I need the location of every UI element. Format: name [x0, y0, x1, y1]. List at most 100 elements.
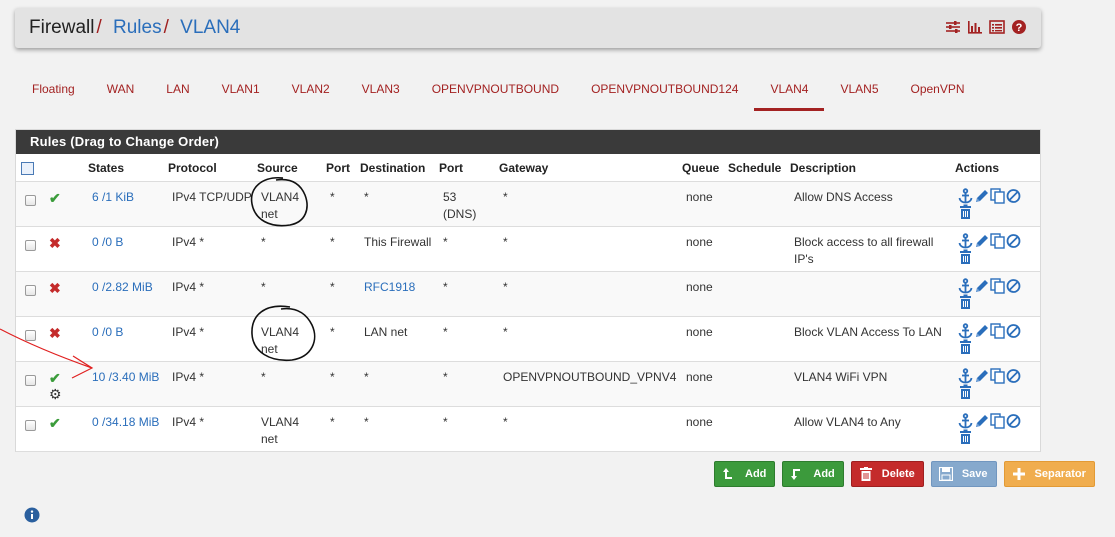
tab-vlan3[interactable]: VLAN3 — [346, 78, 416, 111]
breadcrumb-vlan4[interactable]: VLAN4 — [180, 17, 240, 38]
tab-lan[interactable]: LAN — [150, 78, 205, 111]
sliders-icon[interactable] — [945, 19, 961, 35]
tab-vlan5[interactable]: VLAN5 — [824, 78, 894, 111]
trash-icon[interactable] — [958, 249, 974, 265]
disable-icon[interactable] — [1006, 368, 1022, 384]
trash-icon[interactable] — [958, 294, 974, 310]
trash-icon[interactable] — [958, 204, 974, 220]
copy-icon[interactable] — [990, 368, 1006, 384]
table-row[interactable]: ✖ 0 /0 B IPv4 * * * This Firewall * * none Block … — [16, 227, 1040, 272]
breadcrumb-firewall: Firewall — [29, 17, 95, 38]
destination-cell: * — [364, 190, 369, 204]
table-row[interactable]: ✔ ⚙ 10 /3.40 MiB IPv4 * * * * * OPENVPNOUTBOUND_… — [16, 362, 1040, 407]
states-link[interactable]: 6 /1 KiB — [92, 189, 167, 206]
pencil-icon[interactable] — [974, 323, 990, 339]
states-link[interactable]: 0 /0 B — [92, 234, 167, 251]
save-label: Save — [961, 468, 988, 480]
delete-button[interactable]: Delete — [850, 461, 924, 487]
gateway-cell: * — [503, 415, 508, 429]
trash-icon[interactable] — [958, 339, 974, 355]
breadcrumb-rules[interactable]: Rules — [113, 17, 162, 38]
col-destination: Destination — [360, 161, 426, 175]
states-link[interactable]: 10 /3.40 MiB — [92, 369, 167, 386]
table-row[interactable]: ✖ 0 /0 B IPv4 * VLAN4 net * LAN net * * none Bloc… — [16, 317, 1040, 362]
pencil-icon[interactable] — [974, 368, 990, 384]
anchor-icon[interactable] — [958, 278, 974, 294]
breadcrumb: Firewall / Rules / VLAN4 — [29, 17, 240, 39]
anchor-icon[interactable] — [958, 413, 974, 429]
row-checkbox[interactable] — [25, 375, 36, 386]
pencil-icon[interactable] — [974, 233, 990, 249]
add-bottom-button[interactable]: Add — [782, 461, 844, 487]
copy-icon[interactable] — [990, 233, 1006, 249]
list-icon[interactable] — [989, 19, 1005, 35]
separator-button[interactable]: Separator — [1003, 461, 1095, 487]
copy-icon[interactable] — [990, 278, 1006, 294]
source-port-cell: * — [330, 325, 335, 339]
row-checkbox[interactable] — [25, 195, 36, 206]
queue-cell: none — [686, 235, 713, 249]
panel-title: Rules (Drag to Change Order) — [16, 130, 1040, 154]
question-circle-icon[interactable]: ? — [1011, 19, 1027, 35]
copy-icon[interactable] — [990, 188, 1006, 204]
destination-port-cell: * — [443, 280, 448, 294]
arrow-down-icon — [789, 466, 805, 482]
tab-wan[interactable]: WAN — [91, 78, 151, 111]
copy-icon[interactable] — [990, 323, 1006, 339]
destination-cell[interactable]: RFC1918 — [364, 279, 434, 296]
tab-openvpn[interactable]: OpenVPN — [895, 78, 981, 111]
tab-vlan1[interactable]: VLAN1 — [206, 78, 276, 111]
tab-openvpnoutbound124[interactable]: OPENVPNOUTBOUND124 — [575, 78, 754, 111]
source-cell: VLAN4 net — [261, 190, 300, 221]
disable-icon[interactable] — [1006, 413, 1022, 429]
row-checkbox[interactable] — [25, 420, 36, 431]
description-cell: Block VLAN Access To LAN — [794, 325, 942, 339]
select-all-checkbox[interactable] — [21, 162, 34, 175]
destination-port-cell: 53 (DNS) — [443, 190, 477, 221]
table-row[interactable]: ✔ 0 /34.18 MiB IPv4 * VLAN4 net * * * * none Allo… — [16, 407, 1040, 452]
gateway-cell: * — [503, 190, 508, 204]
anchor-icon[interactable] — [958, 323, 974, 339]
copy-icon[interactable] — [990, 413, 1006, 429]
destination-port-cell: * — [443, 370, 448, 384]
page-header: Firewall / Rules / VLAN4 ? — [15, 8, 1041, 48]
pencil-icon[interactable] — [974, 413, 990, 429]
col-description: Description — [790, 161, 857, 175]
tab-openvpnoutbound[interactable]: OPENVPNOUTBOUND — [416, 78, 575, 111]
trash-icon[interactable] — [958, 429, 974, 445]
tab-vlan4[interactable]: VLAN4 — [754, 78, 825, 111]
add-top-button[interactable]: Add — [714, 461, 776, 487]
states-link[interactable]: 0 /34.18 MiB — [92, 414, 167, 431]
tab-vlan2[interactable]: VLAN2 — [276, 78, 346, 111]
col-actions: Actions — [955, 161, 1000, 175]
row-actions — [958, 323, 1032, 355]
anchor-icon[interactable] — [958, 188, 974, 204]
queue-cell: none — [686, 370, 713, 384]
anchor-icon[interactable] — [958, 368, 974, 384]
tab-floating[interactable]: Floating — [16, 78, 91, 111]
queue-cell: none — [686, 280, 713, 294]
disable-icon[interactable] — [1006, 233, 1022, 249]
states-link[interactable]: 0 /0 B — [92, 324, 167, 341]
row-checkbox[interactable] — [25, 240, 36, 251]
states-link[interactable]: 0 /2.82 MiB — [92, 279, 167, 296]
trash-icon[interactable] — [958, 384, 974, 400]
disable-icon[interactable] — [1006, 278, 1022, 294]
info-icon[interactable] — [24, 507, 40, 526]
pencil-icon[interactable] — [974, 188, 990, 204]
disable-icon[interactable] — [1006, 323, 1022, 339]
col-queue: Queue — [682, 161, 720, 175]
table-row[interactable]: ✖ 0 /2.82 MiB IPv4 * * * RFC1918 * * none — [16, 272, 1040, 317]
disable-icon[interactable] — [1006, 188, 1022, 204]
header-icon-bar: ? — [945, 19, 1027, 35]
table-row[interactable]: ✔ 6 /1 KiB IPv4 TCP/UDP VLAN4 net * * 53 (DNS)… — [16, 182, 1040, 227]
save-button[interactable]: Save — [930, 461, 997, 487]
row-checkbox[interactable] — [25, 285, 36, 296]
protocol-cell: IPv4 * — [172, 370, 205, 384]
anchor-icon[interactable] — [958, 233, 974, 249]
row-checkbox[interactable] — [25, 330, 36, 341]
pencil-icon[interactable] — [974, 278, 990, 294]
description-cell: Block access to all firewall IP's — [794, 235, 934, 266]
destination-cell: * — [364, 370, 369, 384]
bar-chart-icon[interactable] — [967, 19, 983, 35]
